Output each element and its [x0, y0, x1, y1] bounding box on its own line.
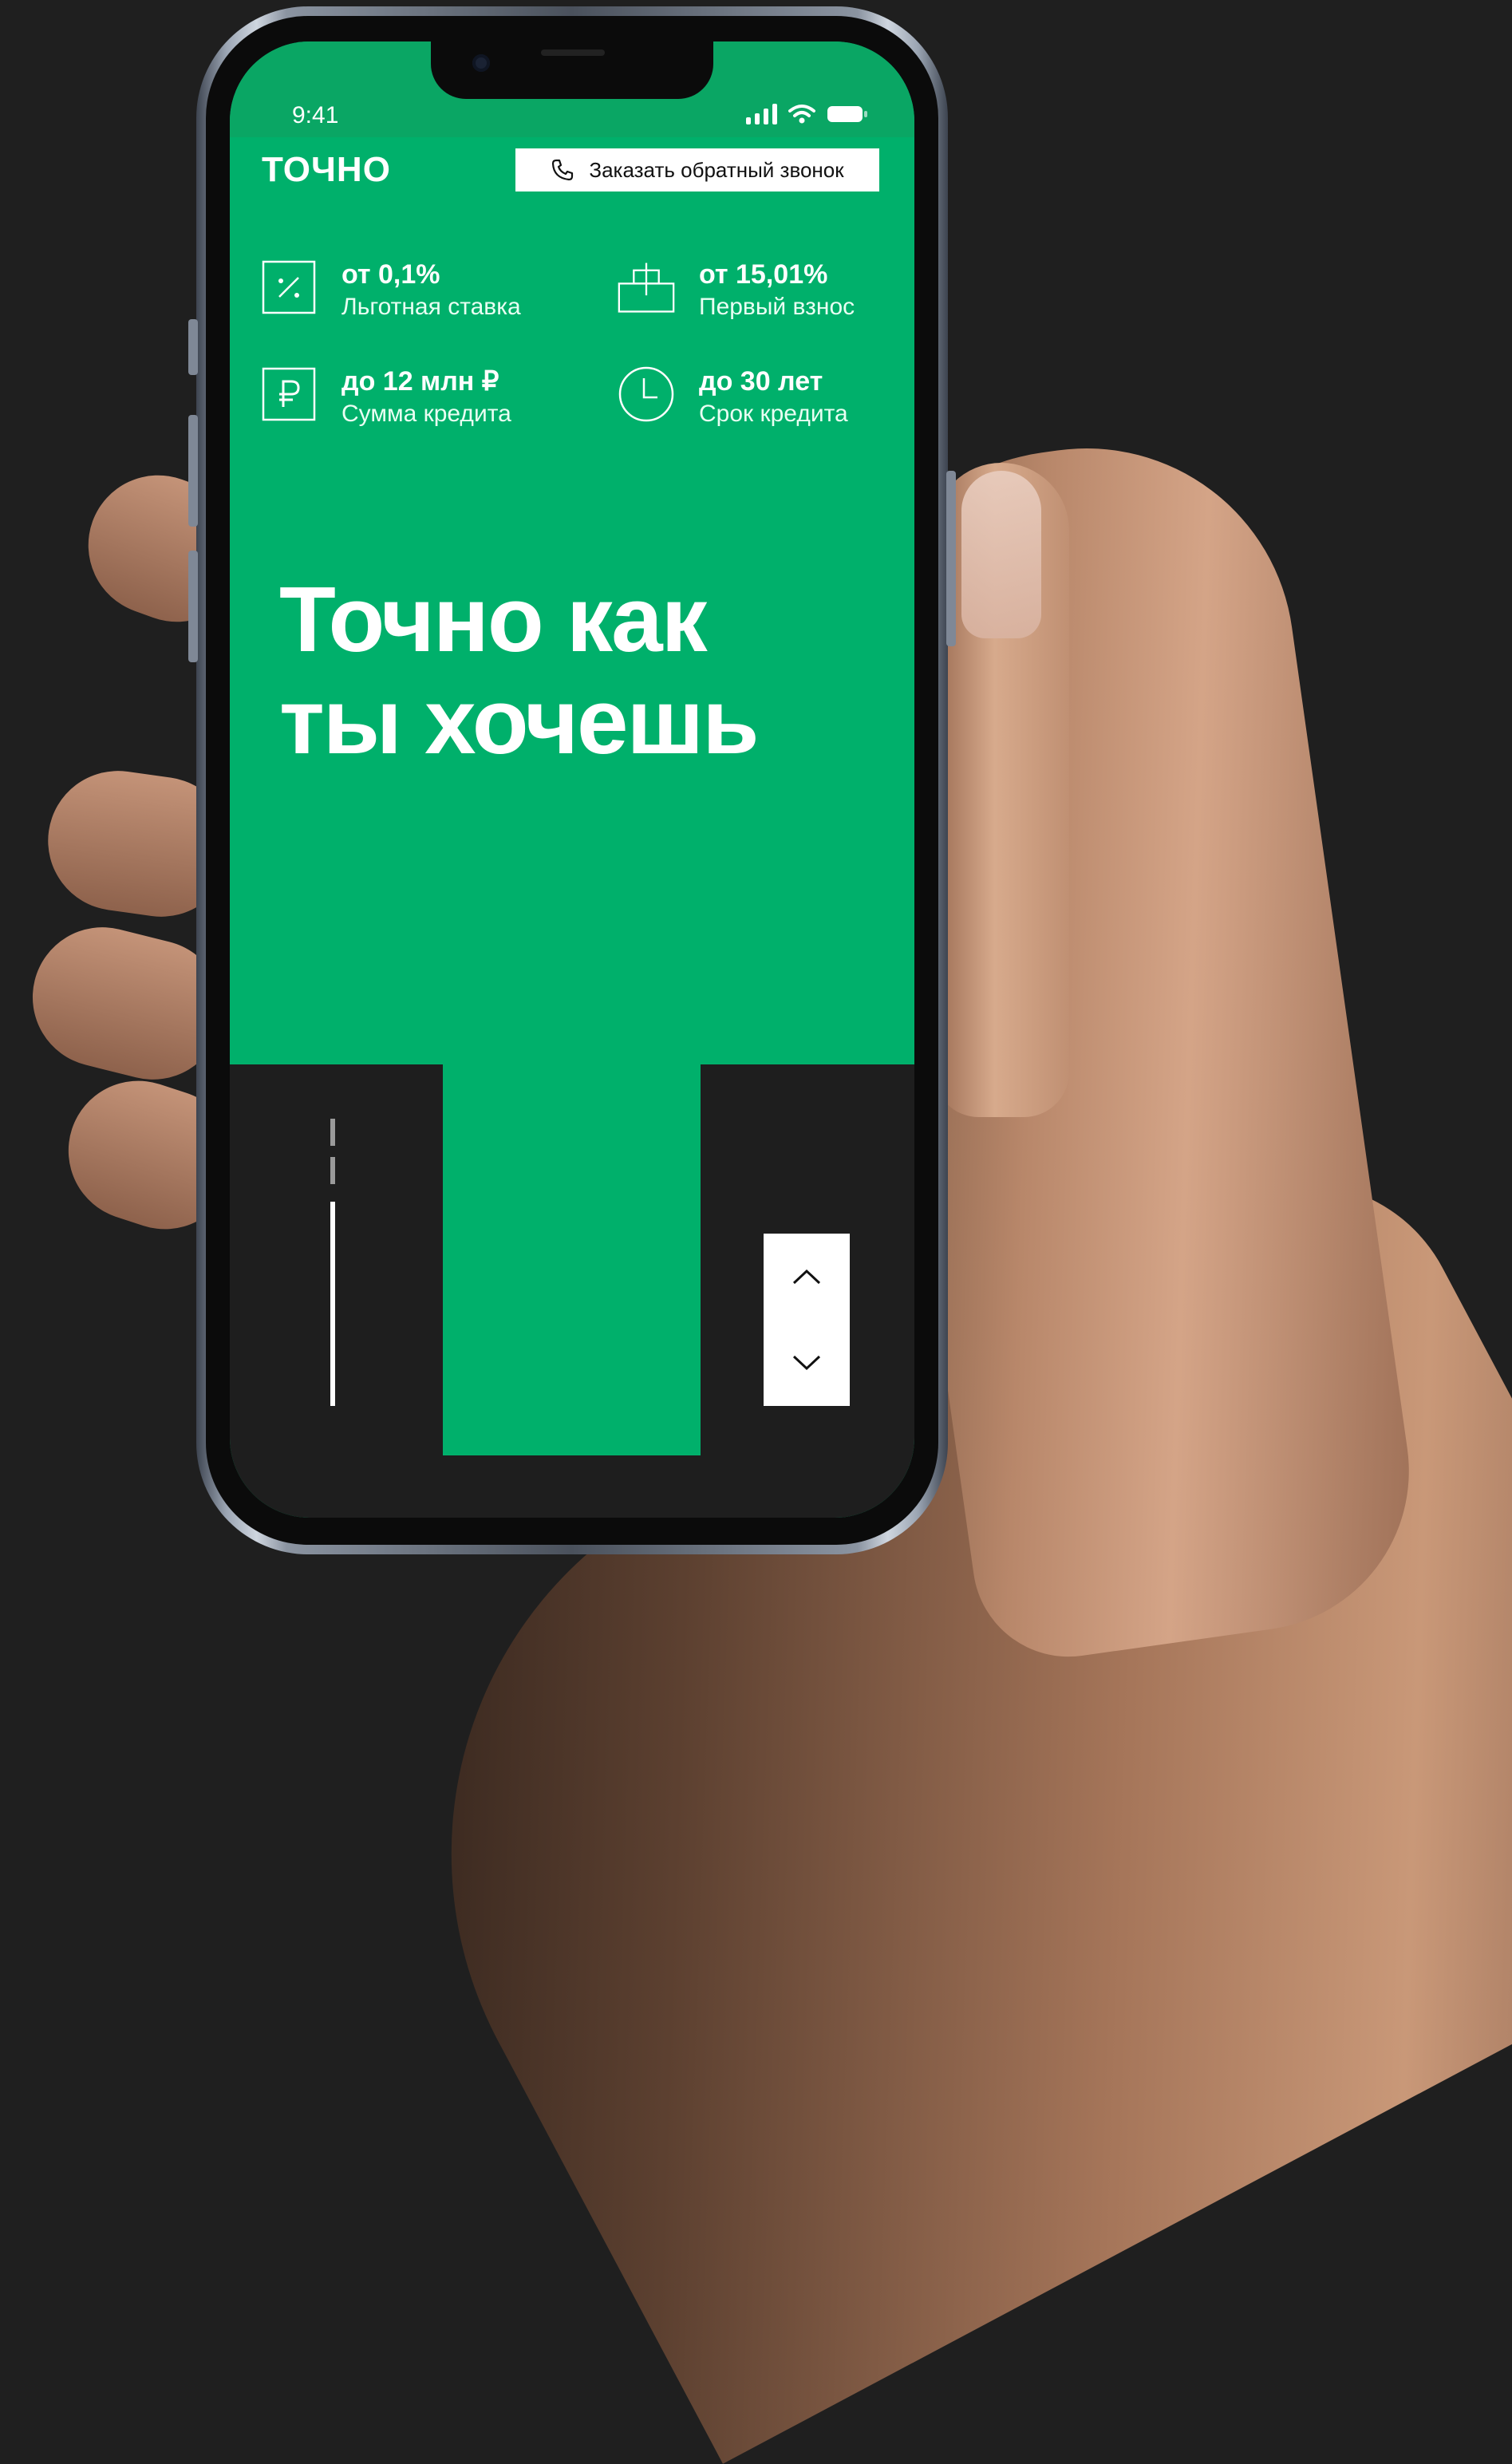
- callback-button-label: Заказать обратный звонок: [589, 157, 844, 182]
- bottom-section: [230, 1064, 914, 1518]
- phone-notch: [431, 41, 713, 99]
- slide-arrows: [764, 1234, 850, 1406]
- feature-value: от 0,1%: [341, 259, 440, 290]
- chevron-up-icon: [792, 1269, 821, 1285]
- feature-loan-term: до 30 лет Срок кредита: [618, 365, 848, 431]
- chevron-down-icon: [792, 1355, 821, 1371]
- feature-down-payment: от 15,01% Первый взнос: [618, 259, 855, 324]
- percent-icon: [262, 260, 316, 314]
- clock-icon: [618, 366, 674, 422]
- prev-slide-button[interactable]: [764, 1234, 850, 1320]
- hero-line-1: Точно как: [279, 567, 708, 671]
- battery-icon: [827, 106, 867, 122]
- feature-value: от 15,01%: [699, 259, 828, 290]
- loan-features: от 0,1% Льготная ставка от 15,01% Первый…: [260, 259, 898, 458]
- slide-indicator[interactable]: [329, 1119, 337, 1406]
- feature-label: Сумма кредита: [341, 401, 511, 427]
- hero-heading: Точно как ты хочешь: [279, 567, 760, 773]
- slide-indicator-segment[interactable]: [330, 1119, 335, 1146]
- mute-switch: [188, 319, 198, 375]
- ruble-icon: [262, 367, 316, 421]
- slide-indicator-segment[interactable]: [330, 1157, 335, 1184]
- phone-icon: [552, 159, 574, 181]
- volume-down-button: [188, 551, 198, 662]
- phone-screen: 9:41 ТОЧНО Заказать обратный звонок от 0…: [230, 41, 914, 1518]
- logo[interactable]: ТОЧНО: [262, 150, 391, 190]
- feature-value: до 30 лет: [699, 366, 823, 397]
- building-icon: [618, 263, 675, 313]
- feature-rate: от 0,1% Льготная ставка: [260, 259, 521, 324]
- volume-up-button: [188, 415, 198, 527]
- feature-label: Срок кредита: [699, 401, 848, 427]
- wifi-icon: [788, 105, 815, 124]
- green-column-graphic: [443, 1064, 701, 1455]
- status-icons: [746, 104, 868, 124]
- signal-icon: [746, 104, 777, 124]
- power-button: [946, 471, 956, 646]
- speaker-grille: [541, 49, 605, 56]
- callback-button[interactable]: Заказать обратный звонок: [515, 148, 879, 192]
- feature-loan-amount: до 12 млн ₽ Сумма кредита: [260, 365, 511, 431]
- feature-label: Льготная ставка: [341, 294, 521, 320]
- slide-indicator-segment-active[interactable]: [330, 1202, 335, 1406]
- feature-value: до 12 млн ₽: [341, 366, 499, 397]
- next-slide-button[interactable]: [764, 1320, 850, 1406]
- status-time: 9:41: [292, 102, 339, 128]
- camera-icon: [472, 54, 490, 72]
- feature-label: Первый взнос: [699, 294, 855, 320]
- thumb-nail: [961, 471, 1041, 638]
- hero-line-2: ты хочешь: [279, 669, 760, 773]
- site-header: ТОЧНО Заказать обратный звонок: [230, 137, 914, 217]
